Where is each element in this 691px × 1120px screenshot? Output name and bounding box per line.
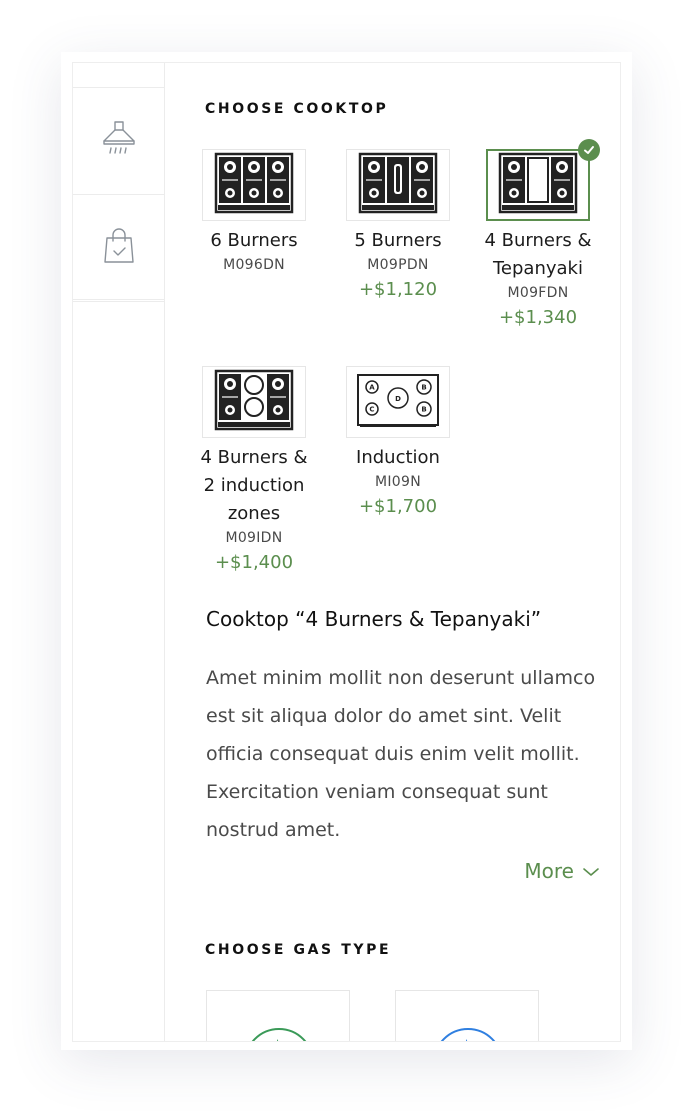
more-button[interactable]: More: [524, 859, 600, 883]
option-price: +$1,700: [358, 496, 438, 517]
more-label: More: [524, 859, 574, 883]
selected-cooktop-description: Amet minim mollit non deserunt ullamco e…: [206, 667, 596, 841]
gas-option-propane[interactable]: [395, 990, 539, 1041]
selected-check-icon: [578, 139, 600, 161]
cooktop-thumbnail: [346, 149, 450, 221]
induction-zones-cooktop-icon: [214, 369, 294, 435]
five-burner-cooktop-icon: [358, 152, 438, 218]
svg-text:B: B: [421, 406, 426, 414]
shopping-bag-check-icon: [101, 226, 137, 270]
svg-text:D: D: [395, 395, 401, 403]
sidebar: [73, 63, 165, 302]
svg-text:C: C: [369, 406, 374, 414]
sidebar-item-previous[interactable]: [73, 63, 164, 88]
cooktop-thumbnail: [202, 366, 306, 438]
chevron-down-icon: [582, 859, 600, 883]
option-name: 4 Burners & Tepanyaki: [484, 230, 592, 279]
cooktop-option-induction-zones[interactable]: 4 Burners & 2 induction zones M09IDN +$1…: [194, 366, 314, 578]
selected-cooktop-title: Cooktop “4 Burners & Tepanyaki”: [206, 607, 542, 631]
gas-option-natural[interactable]: [206, 990, 350, 1041]
range-hood-icon: [99, 119, 139, 163]
cooktop-option-6-burners[interactable]: 6 Burners M096DN: [194, 149, 314, 275]
sidebar-item-hood[interactable]: [73, 88, 164, 195]
option-code: M09IDN: [225, 530, 283, 546]
cooktop-thumbnail: [202, 149, 306, 221]
choose-cooktop-heading: CHOOSE COOKTOP: [205, 101, 389, 117]
option-name: 4 Burners & 2 induction zones: [200, 447, 308, 524]
option-name: Induction: [356, 447, 440, 468]
option-code: M09PDN: [367, 257, 429, 273]
cooktop-thumbnail: A C D B B: [346, 366, 450, 438]
six-burner-cooktop-icon: [214, 152, 294, 218]
choose-gas-type-heading: CHOOSE GAS TYPE: [205, 942, 392, 958]
cooktop-thumbnail-selected: [486, 139, 600, 221]
cooktop-option-tepanyaki[interactable]: 4 Burners & Tepanyaki M09FDN +$1,340: [478, 139, 600, 333]
option-price: +$1,120: [358, 279, 438, 300]
cooktop-option-induction[interactable]: A C D B B Induction MI09N +$1,700: [338, 366, 458, 522]
svg-text:B: B: [421, 384, 426, 392]
configurator-panel: CHOOSE COOKTOP 6 Burners M096DN 5 Burner…: [72, 62, 621, 1042]
option-name: 5 Burners: [354, 230, 442, 251]
cooktop-option-5-burners[interactable]: 5 Burners M09PDN +$1,120: [338, 149, 458, 305]
tepanyaki-cooktop-icon: [498, 152, 578, 218]
option-price: +$1,400: [214, 552, 294, 573]
option-name: 6 Burners: [210, 230, 298, 251]
option-code: M09FDN: [507, 285, 569, 301]
svg-text:A: A: [369, 384, 375, 392]
option-code: M096DN: [223, 257, 285, 273]
option-price: +$1,340: [498, 307, 578, 328]
induction-cooktop-icon: A C D B B: [356, 369, 440, 435]
sidebar-item-bag[interactable]: [73, 195, 164, 302]
option-code: MI09N: [375, 474, 421, 490]
